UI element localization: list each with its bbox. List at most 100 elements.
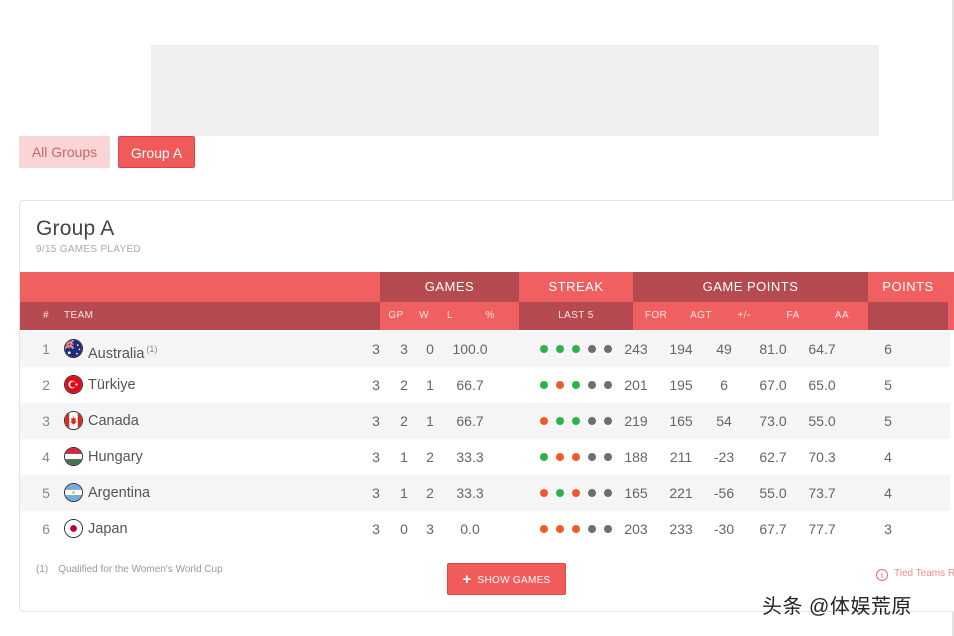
col-w[interactable]: W — [416, 302, 432, 330]
pct-cell: 33.3 — [456, 485, 484, 501]
agt-cell: 165 — [669, 413, 693, 429]
l-cell: 3 — [426, 521, 434, 537]
rank-cell: 2 — [42, 377, 50, 393]
win-dot — [556, 417, 564, 425]
pending-dot — [588, 381, 596, 389]
col-l[interactable]: L — [443, 302, 457, 330]
filter-all-groups-button[interactable]: All Groups — [19, 136, 110, 168]
col-for[interactable]: FOR — [640, 302, 672, 330]
ad-placeholder — [151, 45, 879, 136]
col-agt[interactable]: AGT — [686, 302, 716, 330]
show-games-label: SHOW GAMES — [477, 575, 551, 586]
w-cell: 1 — [400, 485, 408, 501]
header-extra — [948, 272, 954, 302]
gp-cell: 3 — [372, 413, 380, 429]
aa-cell: 77.7 — [808, 521, 836, 537]
streak-cell — [519, 439, 633, 475]
watermark: 头条 @体娱荒原 — [762, 596, 912, 618]
table-row[interactable]: 4 Hungary 3 1 2 33.3 188 211 -23 62.7 70.3 4 — [20, 439, 950, 475]
header-columns-row: # TEAM GP W L % LAST 5 FOR AGT +/- FA AA — [20, 302, 954, 330]
diff-cell: -56 — [713, 485, 735, 501]
w-cell: 1 — [400, 449, 408, 465]
team-name[interactable]: Australia — [88, 346, 144, 362]
diff-cell: -23 — [713, 449, 735, 465]
pending-dot — [588, 345, 596, 353]
col-diff[interactable]: +/- — [733, 302, 755, 330]
diff-cell: 6 — [720, 377, 728, 393]
header-games: GAMES — [380, 272, 519, 302]
l-cell: 2 — [426, 485, 434, 501]
col-gp[interactable]: GP — [386, 302, 406, 330]
table-row[interactable]: 1 Australia (1) 3 3 0 100.0 243 194 49 81.0 64.7 6 — [20, 331, 950, 367]
points-cell: 4 — [884, 485, 892, 501]
rank-cell: 5 — [42, 485, 50, 501]
w-cell: 0 — [400, 521, 408, 537]
filter-group-a-button[interactable]: Group A — [118, 136, 195, 168]
group-title: Group A — [36, 217, 115, 240]
streak-cell — [519, 475, 633, 511]
win-dot — [572, 417, 580, 425]
col-bg-points — [868, 302, 948, 330]
gp-cell: 3 — [372, 449, 380, 465]
header-streak: STREAK — [519, 272, 633, 302]
team-cell[interactable]: Japan — [88, 511, 128, 547]
l-cell: 0 — [426, 341, 434, 357]
rank-cell: 3 — [42, 413, 50, 429]
team-cell[interactable]: Hungary — [88, 439, 143, 475]
team-name[interactable]: Japan — [88, 521, 128, 537]
rank-cell: 4 — [42, 449, 50, 465]
table-row[interactable]: 5 Argentina 3 1 2 33.3 165 221 -56 55.0 73.7 4 — [20, 475, 950, 511]
col-pct[interactable]: % — [475, 302, 505, 330]
col-aa[interactable]: AA — [828, 302, 856, 330]
table-row[interactable]: 3 Canada 3 2 1 66.7 219 165 54 73.0 55.0 5 — [20, 403, 950, 439]
l-cell: 1 — [426, 377, 434, 393]
fa-cell: 67.0 — [759, 377, 787, 393]
diff-cell: 49 — [716, 341, 732, 357]
col-last5: LAST 5 — [558, 310, 594, 321]
agt-cell: 211 — [669, 449, 693, 465]
gp-cell: 3 — [372, 485, 380, 501]
team-cell[interactable]: Australia (1) — [88, 331, 157, 367]
w-cell: 2 — [400, 377, 408, 393]
win-dot — [556, 345, 564, 353]
team-cell[interactable]: Canada — [88, 403, 139, 439]
team-name[interactable]: Türkiye — [88, 377, 136, 393]
team-name[interactable]: Hungary — [88, 449, 143, 465]
pct-cell: 100.0 — [452, 341, 488, 357]
team-cell[interactable]: Argentina — [88, 475, 150, 511]
team-cell[interactable]: Türkiye — [88, 367, 136, 403]
agt-cell: 221 — [669, 485, 693, 501]
pct-cell: 66.7 — [456, 377, 484, 393]
standings-card: Group A 9/15 GAMES PLAYED GAMES STREAK G… — [19, 200, 954, 612]
tied-teams-link[interactable]: i Tied Teams R — [876, 568, 954, 581]
gp-cell: 3 — [372, 341, 380, 357]
info-icon: i — [876, 569, 888, 581]
table-row[interactable]: 2 Türkiye 3 2 1 66.7 201 195 6 67.0 65.0 5 — [20, 367, 950, 403]
footnote-number: (1) — [36, 564, 49, 575]
col-team[interactable]: TEAM — [64, 302, 93, 330]
col-rank[interactable]: # — [38, 302, 54, 330]
plus-icon: + — [462, 571, 472, 588]
points-cell: 5 — [884, 413, 892, 429]
rank-cell: 6 — [42, 521, 50, 537]
diff-cell: 54 — [716, 413, 732, 429]
col-fa[interactable]: FA — [779, 302, 807, 330]
turkiye-flag-icon — [64, 375, 83, 394]
pending-dot — [588, 453, 596, 461]
table-row[interactable]: 6 Japan 3 0 3 0.0 203 233 -30 67.7 77.7 3 — [20, 511, 950, 547]
fa-cell: 62.7 — [759, 449, 787, 465]
streak-cell — [519, 367, 633, 403]
tied-teams-label: Tied Teams R — [894, 568, 954, 579]
pending-dot — [588, 489, 596, 497]
header-blank — [20, 272, 380, 302]
team-name[interactable]: Canada — [88, 413, 139, 429]
footnote-text: Qualified for the Women's World Cup — [58, 564, 223, 575]
show-games-button[interactable]: + SHOW GAMES — [447, 563, 566, 595]
fa-cell: 67.7 — [759, 521, 787, 537]
streak-cell — [519, 403, 633, 439]
w-cell: 2 — [400, 413, 408, 429]
pending-dot — [588, 525, 596, 533]
pending-dot — [604, 489, 612, 497]
team-name[interactable]: Argentina — [88, 485, 150, 501]
aa-cell: 64.7 — [808, 341, 836, 357]
